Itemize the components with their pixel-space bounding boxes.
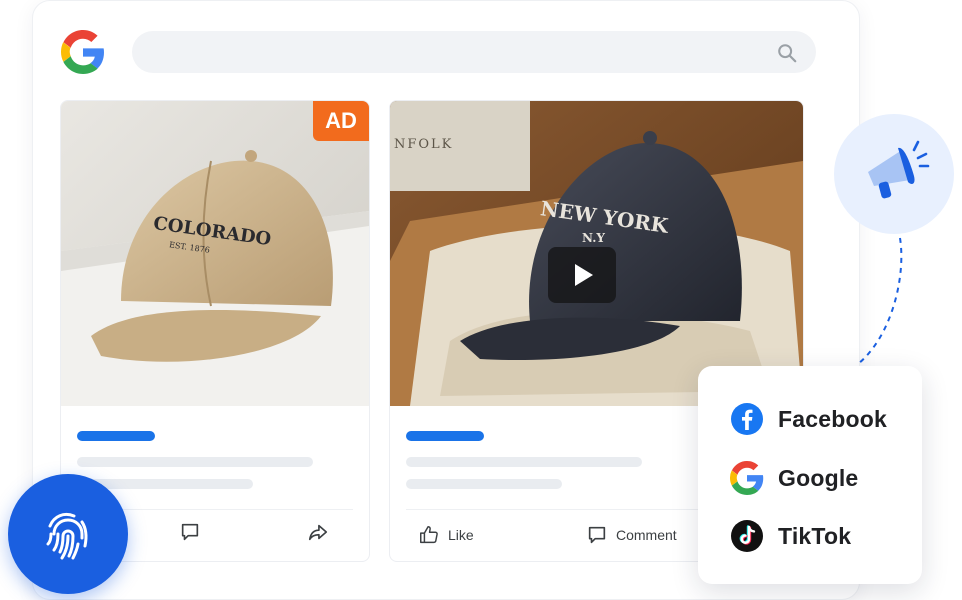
- comment-button[interactable]: [179, 521, 201, 543]
- platform-google[interactable]: Google: [730, 461, 858, 495]
- share-icon: [308, 524, 328, 541]
- share-button[interactable]: [307, 521, 329, 543]
- comment-button[interactable]: Comment: [586, 524, 677, 546]
- search-bar[interactable]: [132, 31, 816, 73]
- thumbs-up-icon: [420, 526, 438, 544]
- title-placeholder-bar: [406, 431, 484, 441]
- fingerprint-badge: [8, 474, 128, 594]
- tiktok-icon: [731, 520, 763, 552]
- search-icon[interactable]: [776, 42, 798, 64]
- comment-label: Comment: [616, 527, 677, 543]
- box-text: NFOLK: [394, 137, 454, 152]
- text-placeholder-bar: [406, 479, 562, 489]
- beige-cap-photo[interactable]: [61, 101, 369, 406]
- play-icon: [575, 264, 593, 286]
- like-button[interactable]: Like: [418, 524, 474, 546]
- cap-subtext: N.Y: [582, 231, 605, 245]
- text-placeholder-bar: [77, 457, 313, 467]
- megaphone-icon: [868, 140, 930, 199]
- megaphone-badge: [834, 114, 954, 234]
- platform-label: TikTok: [778, 522, 852, 549]
- facebook-icon: [731, 403, 763, 435]
- like-label: Like: [448, 527, 474, 543]
- google-logo-icon: [61, 30, 104, 74]
- play-button[interactable]: [548, 247, 616, 303]
- fingerprint-icon: [46, 512, 88, 560]
- platforms-card: Facebook Google TikTok: [698, 366, 922, 584]
- platform-label: Facebook: [778, 405, 887, 432]
- dashed-connector: [857, 237, 903, 365]
- platform-tiktok[interactable]: TikTok: [730, 519, 851, 553]
- google-icon: [730, 461, 764, 495]
- text-placeholder-bar: [406, 457, 642, 467]
- title-placeholder-bar: [77, 431, 155, 441]
- platform-label: Google: [778, 464, 859, 491]
- comment-icon: [181, 523, 199, 541]
- platform-facebook[interactable]: Facebook: [730, 402, 887, 436]
- ad-badge: AD: [313, 101, 369, 141]
- comment-icon: [588, 526, 606, 544]
